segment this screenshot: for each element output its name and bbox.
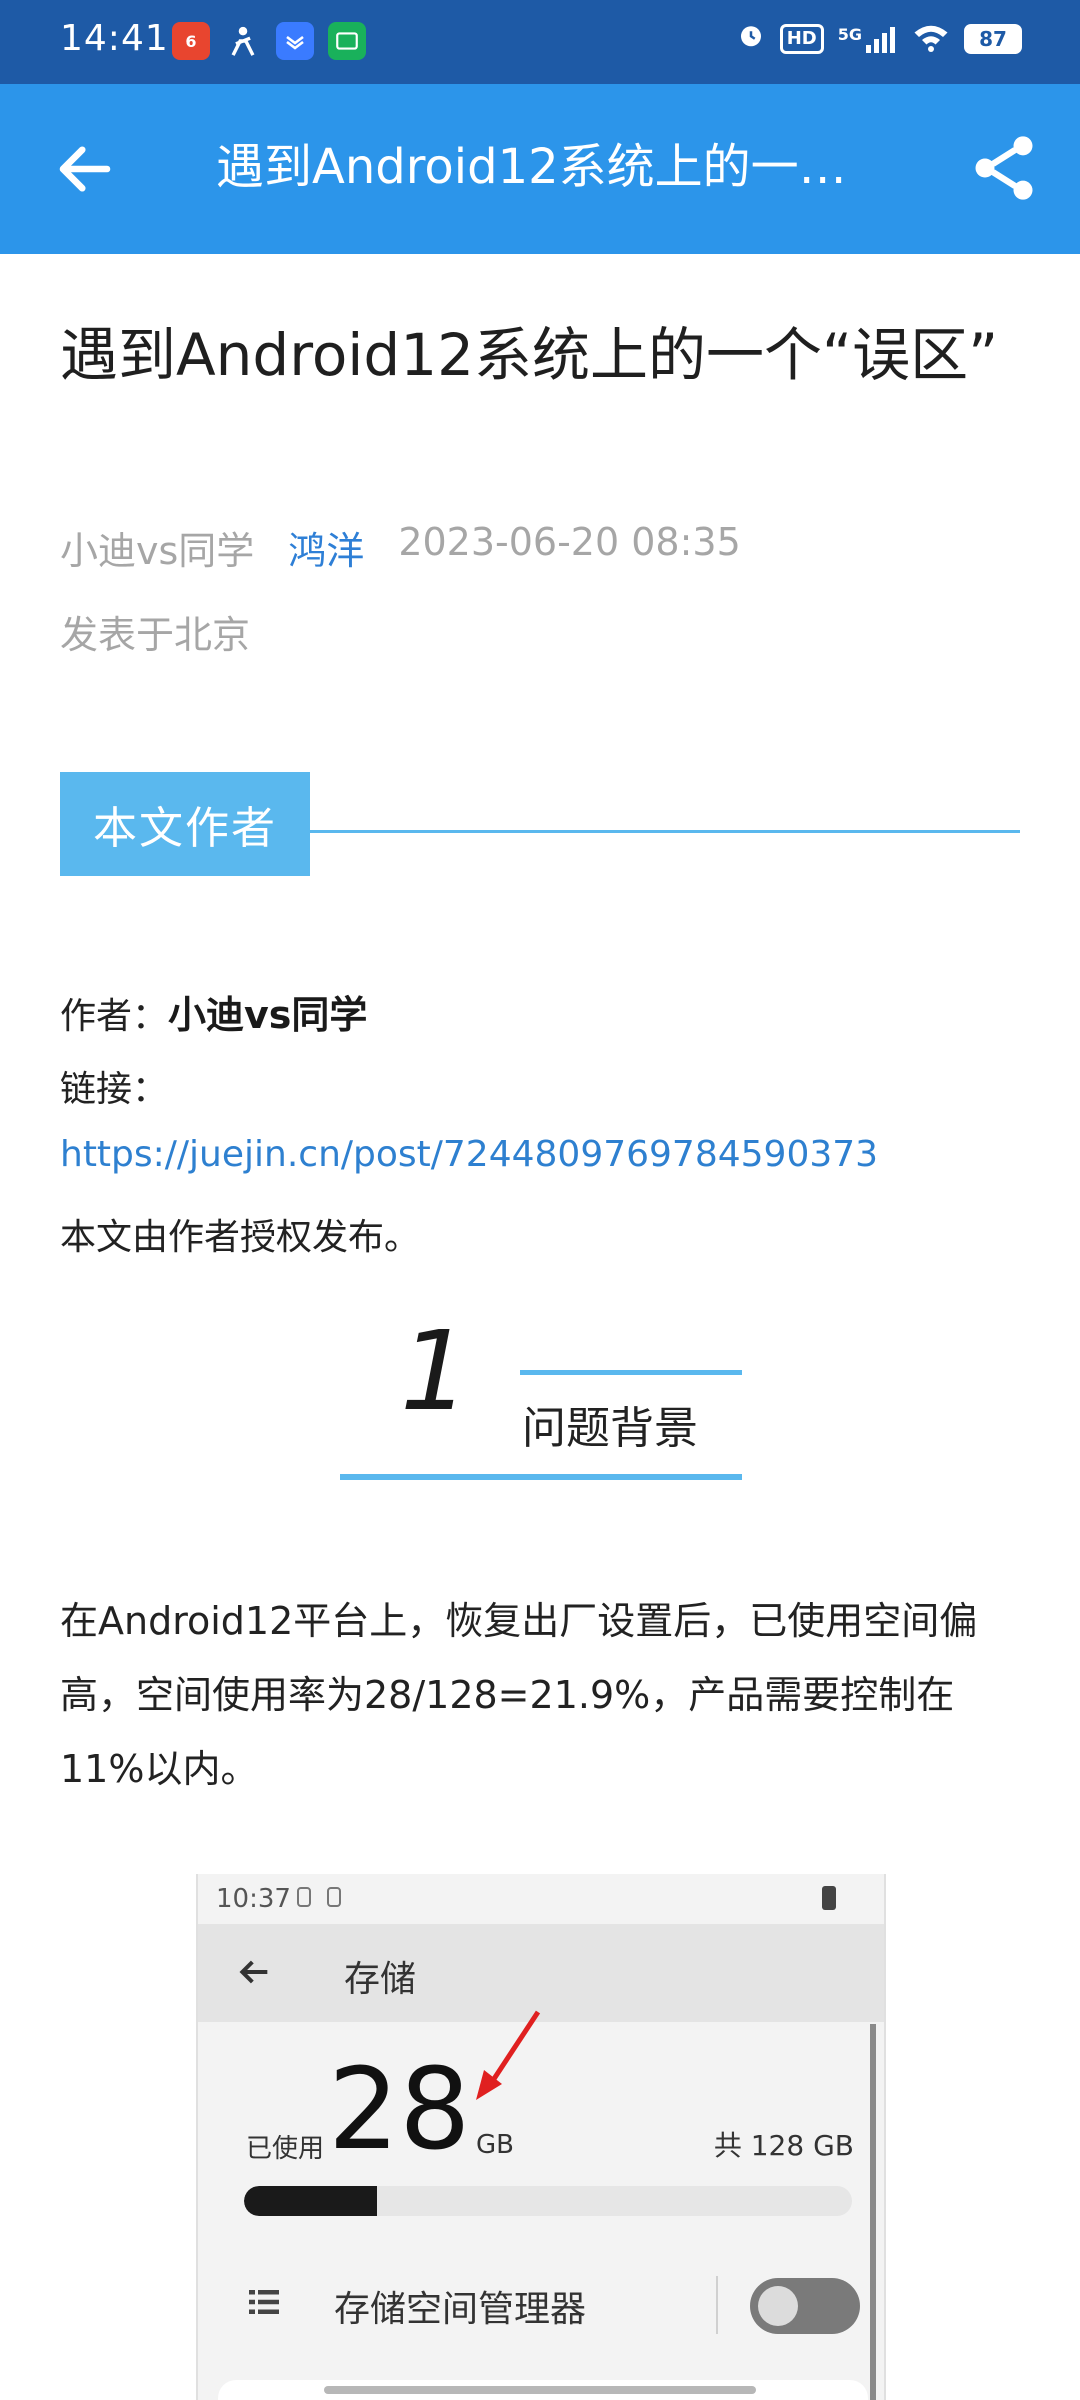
hd-badge: HD [779, 23, 824, 54]
author-name: 小迪vs同学 [168, 993, 368, 1037]
red-arrow-icon [476, 2010, 541, 2100]
section-number: 1 [400, 1307, 470, 1435]
screenshot-manager-label: 存储空间管理器 [334, 2289, 587, 2330]
app-bar-title: 遇到Android12系统上的一个“误区” [216, 139, 866, 195]
screenshot-storage-manager-row: 存储空间管理器 [198, 2254, 884, 2354]
publish-location: 发表于北京 [60, 613, 251, 657]
screenshot-usage-fill [244, 2186, 378, 2216]
author-label: 作者： [60, 996, 169, 1037]
alarm-icon [736, 20, 766, 57]
author-line: 作者：小迪vs同学 [60, 984, 367, 1039]
link-label: 链接： [60, 1069, 169, 1110]
screenshot-status-icons [294, 1884, 354, 1916]
section-heading-topline [520, 1370, 742, 1375]
person-icon [224, 22, 262, 60]
618-app-icon: 6 [172, 22, 210, 60]
network-label: 5G [837, 24, 862, 44]
screenshot-battery-icon [822, 1886, 836, 1910]
section-divider [310, 830, 1020, 833]
status-bar: 14:41 6 HD 5G 87 [0, 0, 1080, 84]
section-title: 问题背景 [522, 1403, 698, 1454]
author-account: 小迪vs同学 [60, 529, 255, 573]
source-link[interactable]: 鸿洋 [288, 520, 364, 575]
author-section-tag: 本文作者 [60, 772, 310, 876]
article-meta: 小迪vs同学 鸿洋 2023-06-20 08:35 [60, 520, 741, 575]
home-indicator[interactable] [324, 2386, 756, 2394]
article-link[interactable]: https://juejin.cn/post/72448097697845903… [60, 1134, 878, 1175]
screenshot-used-unit: GB [476, 2130, 514, 2160]
blue-app-icon [276, 22, 314, 60]
license-note: 本文由作者授权发布。 [60, 1217, 421, 1258]
battery-indicator: 87 [964, 23, 1022, 54]
wifi-icon [912, 22, 950, 56]
screenshot-usage-bar [244, 2186, 852, 2216]
screenshot-scrollbar [870, 2024, 876, 2400]
share-icon [975, 136, 1033, 200]
screenshot-total: 共 128 GB [713, 2129, 854, 2162]
app-bar: 遇到Android12系统上的一个“误区” [0, 84, 1080, 254]
back-button[interactable] [52, 136, 118, 202]
share-button[interactable] [966, 130, 1042, 206]
screenshot-back-icon [239, 1960, 268, 1984]
signal-icon: 5G [838, 25, 898, 53]
section-body: 在Android12平台上，恢复出厂设置后，已使用空间偏高，空间使用率为28/1… [60, 1599, 978, 1791]
screenshot-title: 存储 [344, 1959, 417, 2000]
arrow-left-icon [59, 146, 111, 192]
status-app-icons: 6 [172, 22, 366, 60]
green-app-icon [328, 22, 366, 60]
embedded-screenshot: 10:37 存储 已使用 28 GB 共 128 GB 存储空间管理器 [196, 1874, 886, 2400]
section-heading-underline [340, 1474, 742, 1480]
status-indicators: HD 5G 87 [736, 20, 1022, 57]
publish-datetime: 2023-06-20 08:35 [398, 520, 741, 564]
screenshot-used-value: 28 [328, 2045, 471, 2175]
screenshot-time: 10:37 [216, 1884, 291, 1914]
status-time: 14:41 [60, 18, 169, 59]
list-icon [249, 2290, 279, 2314]
screenshot-toggle-knob [758, 2286, 798, 2326]
screenshot-toggle [750, 2278, 860, 2334]
article-title: 遇到Android12系统上的一个“误区” [60, 321, 999, 389]
screenshot-row-divider [716, 2276, 718, 2334]
screenshot-used-label: 已使用 [246, 2134, 325, 2164]
